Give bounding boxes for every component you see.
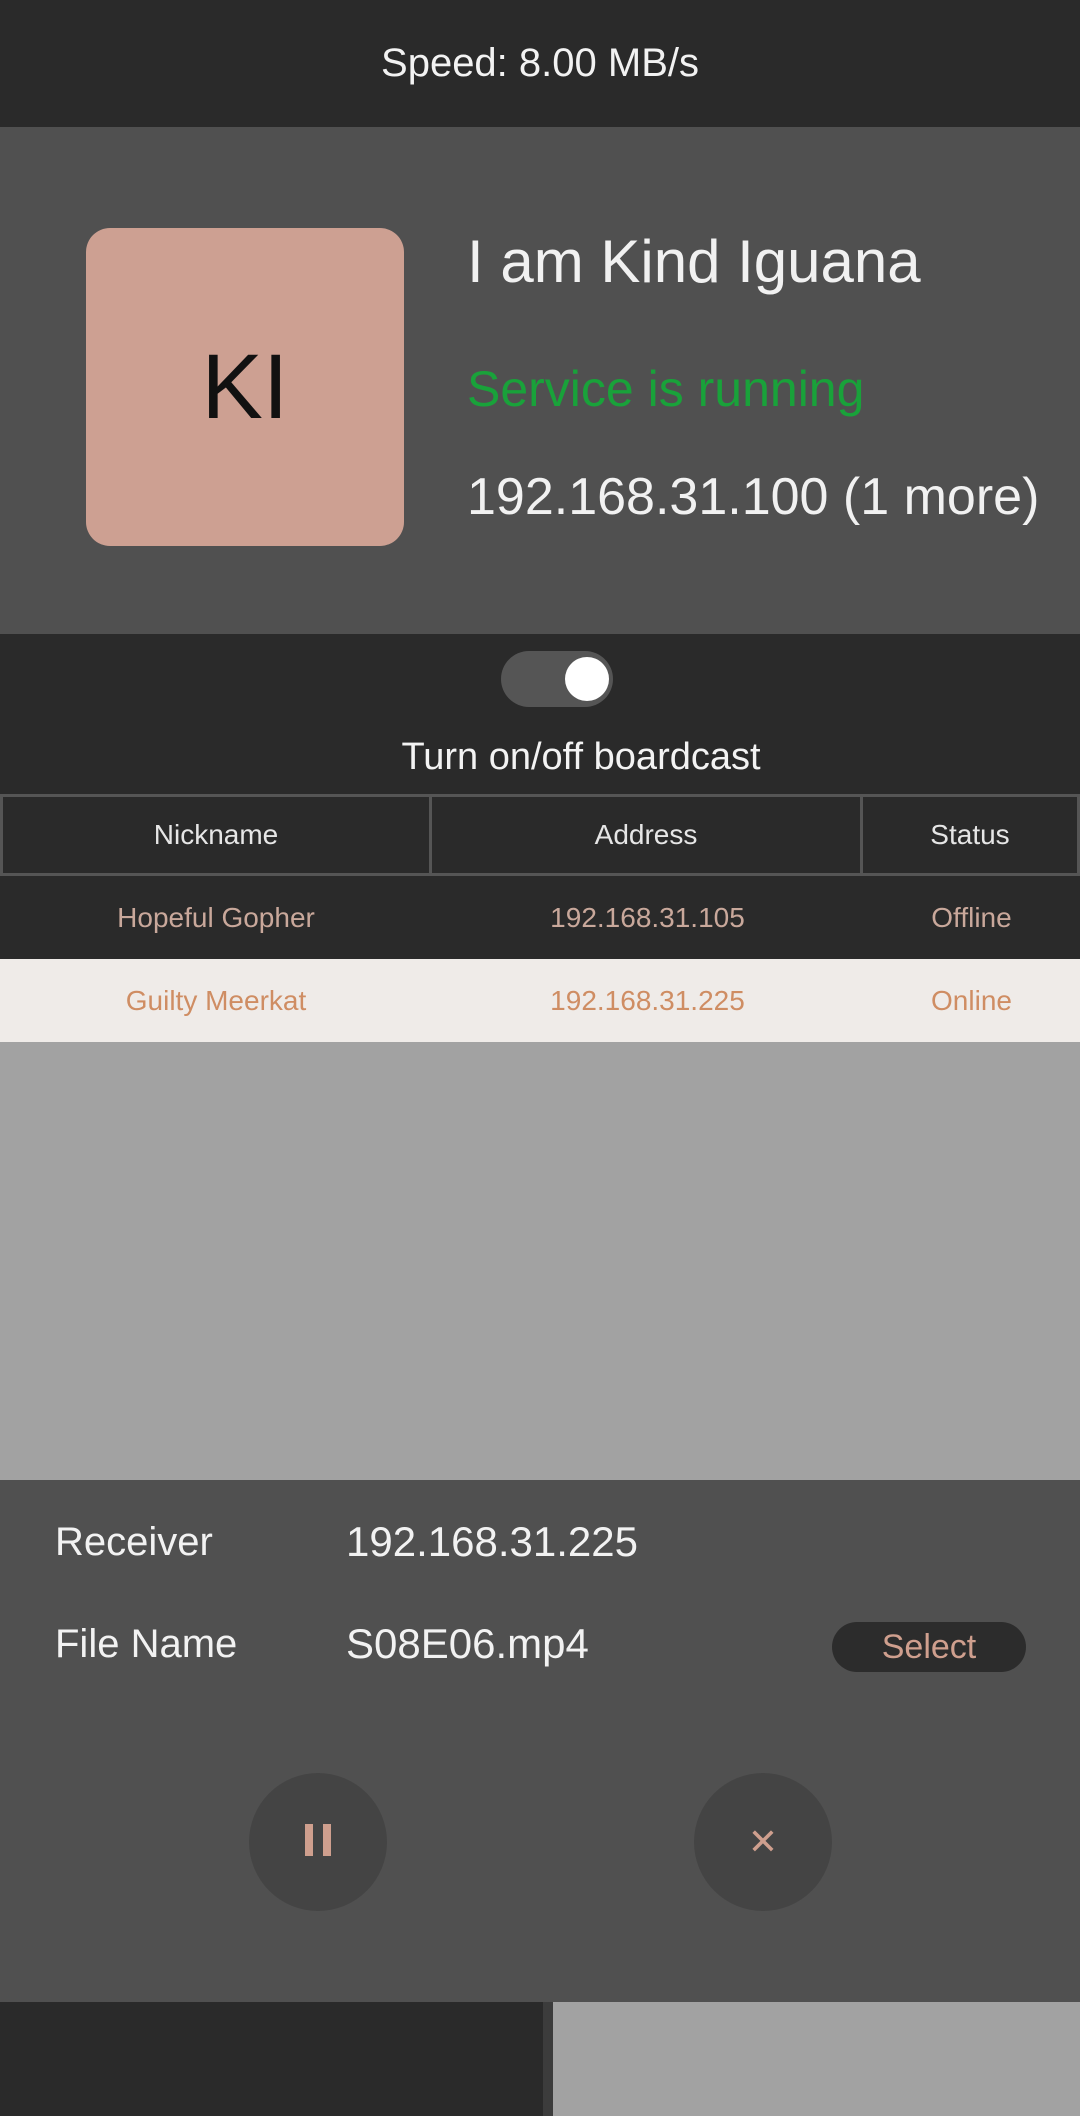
broadcast-section: Turn on/off boardcast: [0, 634, 1080, 794]
receiver-value: 192.168.31.225: [346, 1518, 638, 1565]
column-header-status: Status: [863, 794, 1080, 876]
select-file-button[interactable]: Select: [832, 1622, 1026, 1672]
bottom-divider: [543, 2002, 553, 2116]
peer-table-header: Nickname Address Status: [0, 794, 1080, 876]
peer-nickname: Guilty Meerkat: [125, 984, 307, 1016]
bottom-tab-right[interactable]: [553, 2002, 1080, 2116]
broadcast-toggle[interactable]: [501, 651, 613, 707]
profile-name: I am Kind Iguana: [467, 228, 921, 295]
receiver-label: Receiver: [55, 1520, 213, 1564]
avatar: KI: [86, 228, 404, 546]
pause-button[interactable]: [249, 1773, 387, 1911]
speed-bar: Speed: 8.00 MB/s: [0, 0, 1080, 127]
peer-status: Offline: [931, 901, 1012, 933]
peer-list-empty-area: [0, 1042, 1080, 1480]
avatar-initials: KI: [201, 335, 289, 438]
ip-address[interactable]: 192.168.31.100 (1 more): [467, 467, 1039, 527]
service-status: Service is running: [467, 361, 865, 417]
peer-address: 192.168.31.105: [550, 901, 745, 933]
column-header-address: Address: [432, 794, 863, 876]
file-name-label: File Name: [55, 1622, 238, 1666]
toggle-knob: [565, 657, 609, 701]
profile-panel: KI I am Kind Iguana Service is running 1…: [0, 127, 1080, 634]
peer-nickname: Hopeful Gopher: [117, 901, 315, 933]
column-header-nickname: Nickname: [0, 794, 432, 876]
cancel-transfer-button[interactable]: ✕: [694, 1773, 832, 1911]
peer-address: 192.168.31.225: [550, 984, 745, 1016]
file-name-value: S08E06.mp4: [346, 1620, 589, 1667]
peer-status: Online: [931, 984, 1012, 1016]
table-row[interactable]: Hopeful Gopher 192.168.31.105 Offline: [0, 876, 1080, 959]
speed-text: Speed: 8.00 MB/s: [381, 41, 699, 85]
table-row[interactable]: Guilty Meerkat 192.168.31.225 Online: [0, 959, 1080, 1042]
broadcast-label: Turn on/off boardcast: [401, 736, 761, 778]
bottom-tab-left[interactable]: [0, 2002, 543, 2116]
transfer-panel: Receiver 192.168.31.225 File Name S08E06…: [0, 1480, 1080, 2002]
pause-icon: [300, 1823, 336, 1861]
close-icon: ✕: [747, 1821, 779, 1862]
